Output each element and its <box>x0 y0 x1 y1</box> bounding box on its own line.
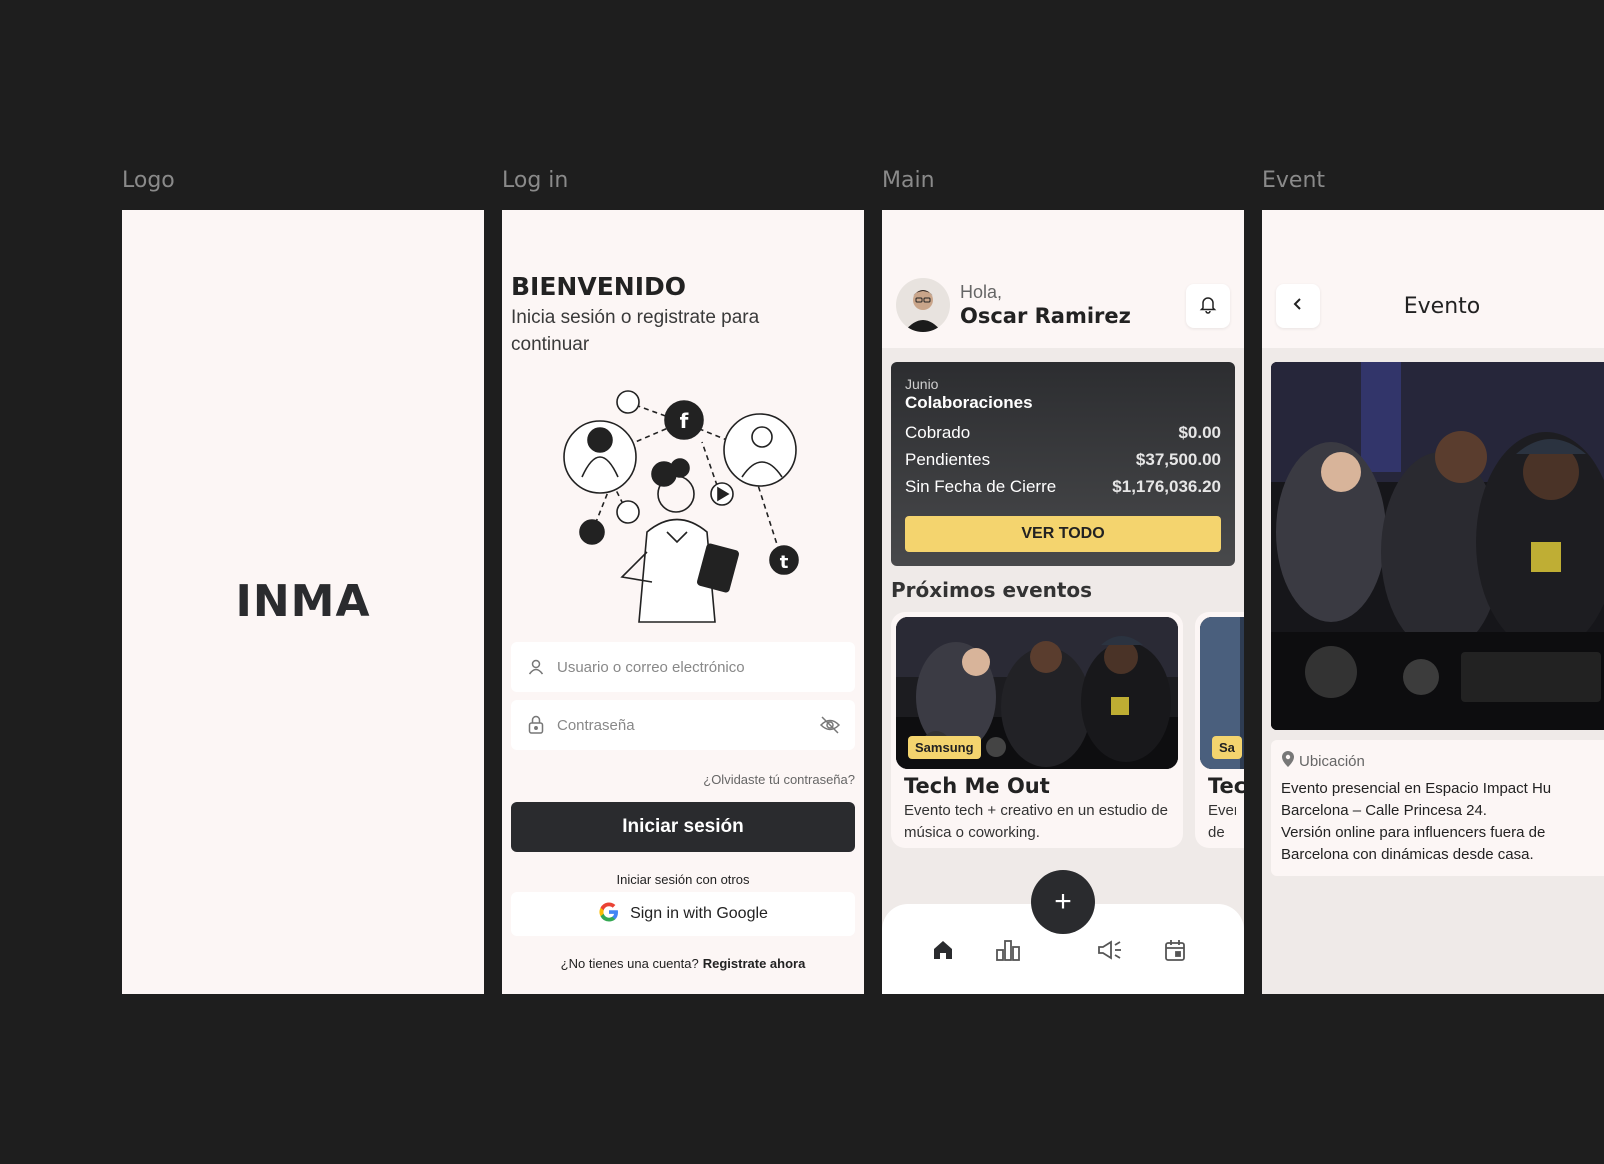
location-label: Ubicación <box>1299 752 1365 770</box>
notifications-button[interactable] <box>1186 284 1230 328</box>
username-input[interactable] <box>557 658 841 676</box>
forgot-password-link[interactable]: ¿Olvidaste tú contraseña? <box>703 772 855 787</box>
svg-text:f: f <box>680 409 689 433</box>
event-name: Tec <box>1208 774 1244 798</box>
main-header: Hola, Oscar Ramirez <box>882 210 1244 348</box>
location-pin-icon <box>1281 750 1295 772</box>
event-header: Evento <box>1262 210 1604 348</box>
location-line: Barcelona con dinámicas desde casa. <box>1281 846 1534 863</box>
event-info-card: Ubicación Evento presencial en Espacio I… <box>1271 740 1604 876</box>
main-screen: Hola, Oscar Ramirez Junio Colaboraciones… <box>882 210 1244 994</box>
avatar[interactable] <box>896 278 950 332</box>
event-name: Tech Me Out <box>904 774 1050 798</box>
event-card[interactable]: Samsung Tech Me Out Evento tech + creati… <box>891 612 1183 848</box>
row-value: $37,500.00 <box>1135 450 1221 469</box>
upcoming-events-title: Próximos eventos <box>891 578 1093 602</box>
frame-label-main: Main <box>882 168 935 193</box>
user-name: Oscar Ramirez <box>960 304 1131 328</box>
row-value: $0.00 <box>1178 423 1221 442</box>
greeting-text: Hola, <box>960 282 1003 302</box>
card-row: Sin Fecha de Cierre $1,176,036.20 <box>905 477 1221 497</box>
event-description: Ever de m <box>1208 802 1236 848</box>
svg-text:t: t <box>780 552 789 573</box>
row-label: Cobrado <box>905 423 971 442</box>
location-row: Ubicación <box>1281 750 1604 772</box>
sponsor-badge: Sa <box>1212 736 1242 759</box>
location-line: Versión online para influencers fuera de <box>1281 824 1546 841</box>
megaphone-icon[interactable] <box>1096 936 1124 964</box>
event-card[interactable]: Sa Tec Ever de m <box>1195 612 1244 848</box>
google-signin-button[interactable]: Sign in with Google <box>511 892 855 936</box>
event-photo: Samsung <box>896 617 1178 769</box>
event-location-text: Evento presencial en Espacio Impact Hu B… <box>1281 778 1604 866</box>
card-row: Pendientes $37,500.00 <box>905 450 1221 470</box>
card-month: Junio <box>905 376 939 392</box>
card-title: Colaboraciones <box>905 393 1033 412</box>
username-field[interactable] <box>511 642 855 692</box>
bell-icon <box>1198 294 1218 319</box>
add-button[interactable]: + <box>1031 870 1095 934</box>
home-icon[interactable] <box>929 936 957 964</box>
password-input[interactable] <box>557 716 819 734</box>
login-title: BIENVENIDO <box>511 272 687 301</box>
row-value: $1,176,036.20 <box>1112 477 1221 496</box>
event-screen: Evento Ubicación Evento presencial en Es… <box>1262 210 1604 994</box>
logo-screen: INMA <box>122 210 484 994</box>
login-subtitle: Inicia sesión o registrate para continua… <box>511 307 760 355</box>
frame-label-event: Event <box>1262 168 1326 193</box>
user-icon <box>525 656 547 678</box>
chart-icon[interactable] <box>994 936 1022 964</box>
sponsor-badge: Samsung <box>908 736 981 759</box>
location-line: Barcelona – Calle Princesa 24. <box>1281 802 1487 819</box>
google-icon <box>598 901 620 928</box>
no-account-text: ¿No tienes una cuenta? <box>560 956 699 971</box>
collaborations-card: Junio Colaboraciones Cobrado $0.00 Pendi… <box>891 362 1235 566</box>
other-login-label: Iniciar sesión con otros <box>616 872 750 887</box>
app-logo: INMA <box>235 576 371 627</box>
password-field[interactable] <box>511 700 855 750</box>
row-label: Pendientes <box>905 450 991 469</box>
event-body: Ubicación Evento presencial en Espacio I… <box>1262 348 1604 994</box>
calendar-icon[interactable] <box>1161 936 1189 964</box>
see-all-button[interactable]: VER TODO <box>905 516 1221 552</box>
google-button-label: Sign in with Google <box>630 905 768 922</box>
row-label: Sin Fecha de Cierre <box>905 477 1057 496</box>
event-photo: Sa <box>1200 617 1244 769</box>
location-line: Evento presencial en Espacio Impact Hu <box>1281 780 1552 797</box>
frame-label-logo: Logo <box>122 168 175 193</box>
card-row: Cobrado $0.00 <box>905 423 1221 443</box>
login-screen: BIENVENIDO Inicia sesión o registrate pa… <box>502 210 864 994</box>
register-row: ¿No tienes una cuenta? Registrate ahora <box>502 956 864 971</box>
register-link[interactable]: Registrate ahora <box>703 956 806 971</box>
eye-off-icon[interactable] <box>819 714 841 736</box>
event-hero-photo <box>1271 362 1604 730</box>
login-button[interactable]: Iniciar sesión <box>511 802 855 852</box>
frame-label-login: Log in <box>502 168 569 193</box>
event-description: Evento tech + creativo en un estudio de … <box>904 802 1168 841</box>
lock-icon <box>525 714 547 736</box>
social-illustration: f t <box>563 390 799 623</box>
event-title: Evento <box>1403 294 1481 319</box>
